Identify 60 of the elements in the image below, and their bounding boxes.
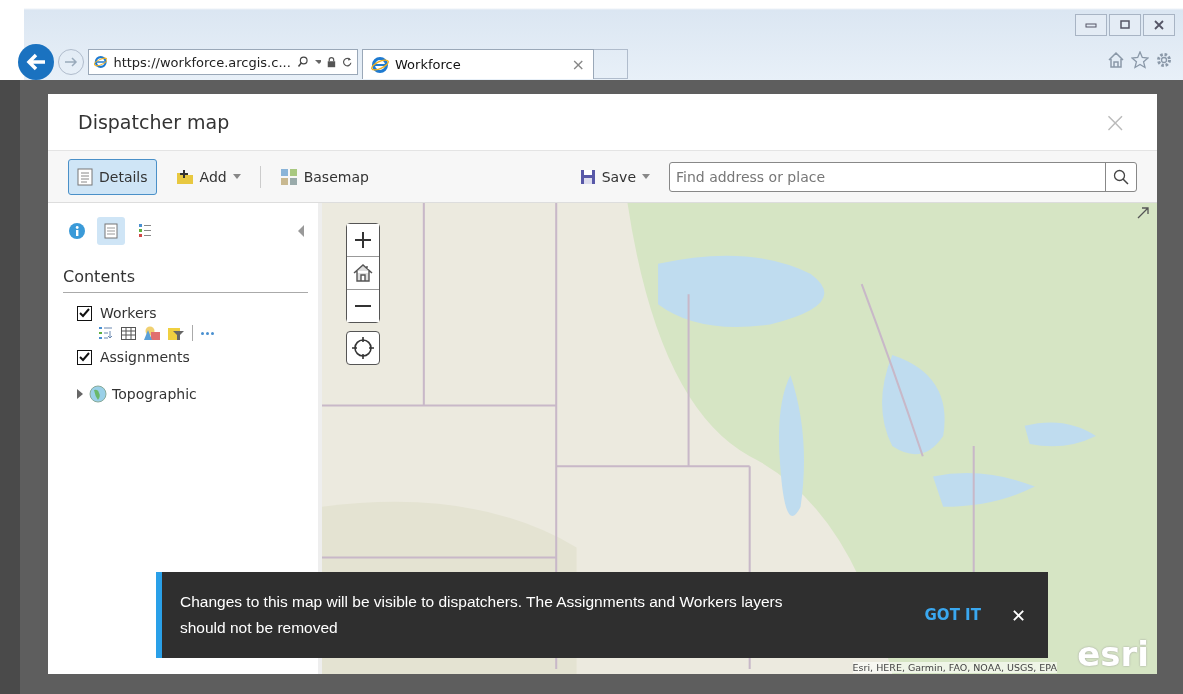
- expand-arrow-icon[interactable]: [77, 389, 84, 399]
- collapse-icon[interactable]: [298, 225, 304, 237]
- panel-heading: Contents: [63, 267, 308, 293]
- refresh-icon[interactable]: [341, 55, 352, 69]
- browser-logo-icon: [94, 53, 108, 71]
- document-icon: [77, 167, 93, 186]
- close-icon: [1153, 20, 1165, 30]
- home-icon: [353, 263, 373, 283]
- layer-name: Assignments: [100, 349, 190, 365]
- got-it-button[interactable]: GOT IT: [924, 606, 981, 624]
- grid-icon: [279, 167, 298, 186]
- map-logo: esri: [1077, 634, 1149, 674]
- lock-icon: [326, 55, 336, 69]
- plus-icon: [355, 232, 371, 248]
- layer-checkbox[interactable]: [77, 305, 92, 321]
- notification-message: Changes to this map will be visible to dispatchers. The Assignments and Workers layers should not be removed: [180, 591, 784, 638]
- check-icon: [79, 352, 90, 362]
- back-button[interactable]: [18, 44, 54, 80]
- maximize-button[interactable]: [1109, 14, 1141, 36]
- add-folder-icon: [175, 168, 194, 185]
- attributes-icon[interactable]: [99, 326, 113, 340]
- maximize-icon: [1119, 20, 1131, 30]
- close-notification-button[interactable]: ✕: [1010, 604, 1026, 626]
- address-bar[interactable]: https://workforce.arcgis.c...: [88, 49, 358, 75]
- list-icon: [138, 223, 152, 239]
- shapes-icon[interactable]: [144, 325, 160, 341]
- info-icon: [69, 223, 85, 239]
- zoom-out-button[interactable]: [347, 289, 379, 322]
- caret-icon[interactable]: [314, 59, 321, 65]
- crosshair-icon: [352, 337, 374, 359]
- check-icon: [79, 308, 90, 318]
- layer-checkbox[interactable]: [77, 349, 92, 365]
- layer-name: Workers: [100, 305, 157, 321]
- close-tab-button[interactable]: ×: [571, 55, 585, 74]
- map-attribution: Esri, HERE, Garmin, FAO, NOAA, USGS, EPA: [852, 662, 1057, 673]
- save-button[interactable]: Save: [570, 159, 659, 194]
- caret-icon: [642, 174, 650, 179]
- locate-button[interactable]: [346, 331, 380, 365]
- expand-icon[interactable]: [1137, 207, 1149, 219]
- caret-icon: [232, 174, 241, 179]
- arrow-right-icon: [64, 56, 78, 68]
- toolbar-button[interactable]: Details: [68, 158, 157, 195]
- dialog-title: Dispatcher map: [78, 111, 231, 133]
- star-icon[interactable]: [1131, 51, 1149, 69]
- arrow-left-icon: [25, 52, 47, 72]
- close-window-button[interactable]: [1143, 14, 1175, 36]
- browser-tab[interactable]: Workforce ×: [362, 49, 594, 79]
- globe-icon: [89, 385, 107, 403]
- toolbar-button[interactable]: Add: [166, 159, 250, 194]
- browser-logo-icon: [371, 55, 389, 74]
- minimize-icon: [1085, 21, 1097, 29]
- search-icon: [1113, 168, 1129, 185]
- minus-icon: [355, 305, 371, 307]
- basemap-name: Topographic: [112, 386, 197, 402]
- filter-icon[interactable]: [168, 325, 184, 341]
- tab-title: Workforce: [395, 57, 462, 72]
- more-icon[interactable]: [201, 331, 214, 335]
- document-icon: [104, 223, 118, 239]
- table-icon[interactable]: [121, 326, 136, 340]
- toolbar-button[interactable]: Basemap: [270, 158, 378, 195]
